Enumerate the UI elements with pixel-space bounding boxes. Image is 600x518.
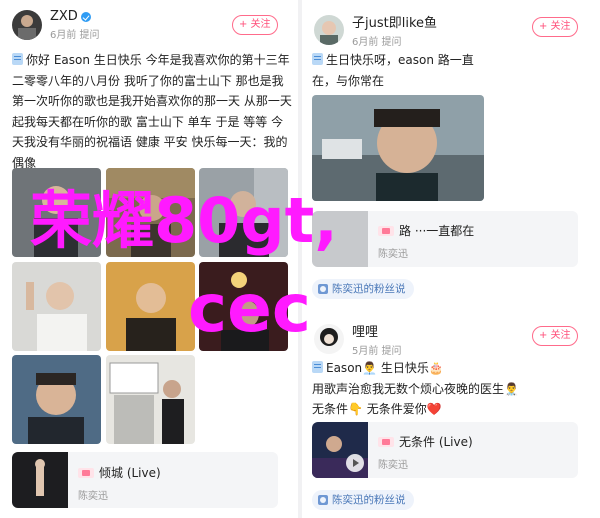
post-text: Eason👨‍💼 生日快乐🎂 用歌声治愈我无数个烦心夜晚的医生👨‍⚕️ 无条件👇… bbox=[312, 361, 519, 416]
fan-icon bbox=[318, 284, 328, 294]
music-artist: 陈奕迅 bbox=[378, 249, 408, 260]
username[interactable]: ZXD bbox=[50, 9, 78, 24]
avatar[interactable] bbox=[12, 10, 42, 40]
post-meta: 6月前 提问 bbox=[352, 37, 402, 48]
follow-button[interactable]: + 关注 bbox=[532, 326, 578, 346]
music-title: 无条件 (Live) bbox=[378, 433, 473, 450]
music-artist: 陈奕迅 bbox=[78, 491, 108, 502]
avatar[interactable] bbox=[314, 15, 344, 45]
photo-8[interactable] bbox=[106, 355, 195, 444]
topic-icon bbox=[12, 53, 23, 65]
post-meta: 5月前 提问 bbox=[352, 346, 402, 357]
album-art bbox=[12, 452, 68, 508]
watermark-line-1: 荣耀80gt, bbox=[30, 184, 338, 257]
music-icon bbox=[378, 436, 394, 447]
photo-7[interactable] bbox=[12, 355, 101, 444]
right-post-1-header: 子just即like鱼 6月前 提问 bbox=[314, 12, 437, 48]
music-icon bbox=[378, 225, 394, 236]
music-card[interactable]: 倾城 (Live) 陈奕迅 bbox=[12, 452, 278, 508]
music-card[interactable]: 无条件 (Live) 陈奕迅 bbox=[312, 422, 578, 478]
follow-button[interactable]: + 关注 bbox=[232, 15, 278, 35]
post-text: 生日快乐呀，eason 路一直在，与你常在 bbox=[312, 53, 474, 88]
right-post-2-header: 哩哩 5月前 提问 bbox=[314, 321, 402, 357]
fan-comment-link[interactable]: 陈奕迅的粉丝说 bbox=[312, 279, 414, 299]
left-post: ZXD 6月前 提问 + 关注 你好 Eason 生日快乐 今年是我喜欢你的第十… bbox=[0, 0, 298, 518]
photo-4[interactable] bbox=[12, 262, 101, 351]
fan-comment-link[interactable]: 陈奕迅的粉丝说 bbox=[312, 490, 414, 510]
verified-icon bbox=[80, 11, 91, 22]
right-column: 子just即like鱼 6月前 提问 + 关注 生日快乐呀，eason 路一直在… bbox=[302, 0, 600, 518]
music-title: 路 ···一直都在 bbox=[378, 222, 474, 239]
play-icon[interactable] bbox=[346, 454, 364, 472]
topic-icon bbox=[312, 361, 323, 373]
music-title: 倾城 (Live) bbox=[78, 464, 161, 481]
fan-icon bbox=[318, 495, 328, 505]
avatar[interactable] bbox=[314, 324, 344, 354]
post-meta: 6月前 提问 bbox=[50, 30, 100, 41]
post-text: 你好 Eason 生日快乐 今年是我喜欢你的第十三年 二零零八年的八月份 我听了… bbox=[12, 53, 292, 170]
topic-icon bbox=[312, 53, 323, 65]
music-artist: 陈奕迅 bbox=[378, 460, 408, 471]
music-icon bbox=[78, 467, 94, 478]
username[interactable]: 子just即like鱼 bbox=[352, 12, 437, 31]
username[interactable]: 哩哩 bbox=[352, 321, 378, 340]
watermark-line-2: cec bbox=[188, 270, 312, 347]
photo-5[interactable] bbox=[106, 262, 195, 351]
left-post-header: ZXD 6月前 提问 bbox=[12, 9, 100, 41]
music-card[interactable]: 路 ···一直都在 陈奕迅 bbox=[312, 211, 578, 267]
follow-button[interactable]: + 关注 bbox=[532, 17, 578, 37]
